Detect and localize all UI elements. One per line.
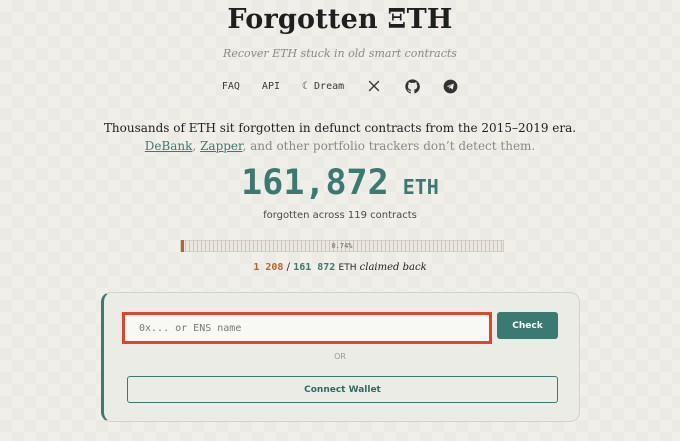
nav-theme-toggle[interactable]: ☾ Dream bbox=[302, 81, 344, 92]
claimed-text: claimed back bbox=[359, 262, 427, 273]
address-input-wrapper bbox=[122, 312, 492, 344]
claimed-summary: 1 208 / 161 872 ETH claimed back bbox=[0, 262, 680, 273]
nav-faq-link[interactable]: FAQ bbox=[222, 81, 240, 92]
claimed-unit: ETH bbox=[338, 263, 357, 273]
forgotten-caption: forgotten across 119 contracts bbox=[263, 210, 417, 221]
claimed-progress-bar: 0.74% bbox=[180, 240, 504, 252]
address-input[interactable] bbox=[125, 315, 489, 341]
intro-line-2: DeBank, Zapper, and other portfolio trac… bbox=[0, 139, 680, 153]
connect-wallet-button[interactable]: Connect Wallet bbox=[127, 376, 558, 403]
x-icon[interactable] bbox=[366, 78, 382, 94]
or-divider: OR bbox=[334, 352, 346, 361]
page-title: Forgotten ΞTH bbox=[227, 4, 453, 35]
claimed-progress-label: 0.74% bbox=[331, 242, 353, 250]
claimed-total: 161 872 bbox=[293, 262, 336, 273]
nav-api-link[interactable]: API bbox=[262, 81, 280, 92]
claimed-amount: 1 208 bbox=[253, 262, 284, 273]
github-icon[interactable] bbox=[404, 78, 420, 94]
telegram-icon[interactable] bbox=[442, 78, 458, 94]
total-eth-unit: ETH bbox=[402, 175, 439, 199]
claimed-slash: / bbox=[283, 262, 294, 273]
debank-link[interactable]: DeBank bbox=[145, 139, 193, 153]
intro-separator: , bbox=[192, 139, 201, 153]
intro-line-2-rest: , and other portfolio trackers don’t det… bbox=[242, 139, 536, 153]
page-subtitle: Recover ETH stuck in old smart contracts bbox=[223, 47, 457, 60]
top-nav: FAQ API ☾ Dream bbox=[0, 78, 680, 94]
total-eth-display: 161,872 ETH bbox=[0, 163, 680, 203]
zapper-link[interactable]: Zapper bbox=[200, 139, 242, 153]
check-button[interactable]: Check bbox=[497, 312, 558, 339]
intro-line-1: Thousands of ETH sit forgotten in defunc… bbox=[103, 121, 577, 135]
total-eth-amount: 161,872 bbox=[241, 163, 389, 203]
